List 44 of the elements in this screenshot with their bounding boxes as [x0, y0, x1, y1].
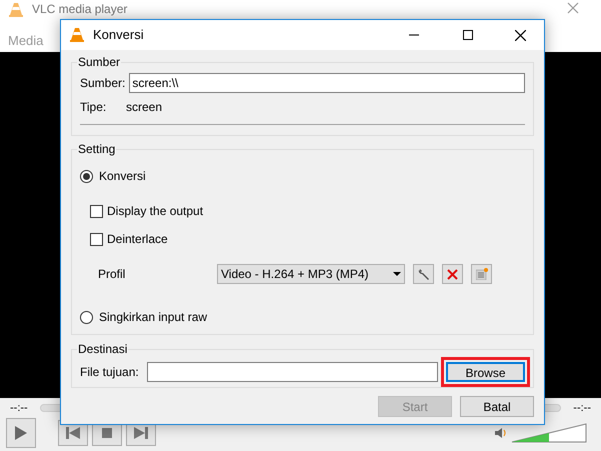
- delete-profile-button[interactable]: [442, 264, 463, 284]
- profile-value: Video - H.264 + MP3 (MP4): [221, 266, 370, 283]
- total-time: --:--: [572, 400, 592, 416]
- cone-icon: [69, 27, 85, 43]
- window-title: VLC media player: [32, 2, 128, 16]
- group-heading: Destinasi: [77, 341, 128, 358]
- dialog-title: Konversi: [93, 26, 144, 44]
- checkbox-label: Display the output: [107, 203, 204, 220]
- new-profile-button[interactable]: [471, 264, 492, 284]
- radio-label: Konversi: [99, 168, 146, 185]
- checkbox[interactable]: [90, 232, 103, 246]
- profile-dropdown[interactable]: Video - H.264 + MP3 (MP4): [217, 264, 405, 284]
- dialog-button[interactable]: Batal: [460, 396, 534, 417]
- profile-label: Profil: [98, 266, 126, 283]
- field-label: File tujuan:: [80, 364, 139, 381]
- field-label: Sumber:: [80, 75, 126, 92]
- list-icon: [476, 268, 488, 280]
- cone-icon: [8, 2, 24, 18]
- group-heading: Sumber: [77, 54, 122, 71]
- stop-icon: [102, 428, 112, 438]
- delete-icon: [447, 268, 458, 280]
- radio-label: Singkirkan input raw: [99, 309, 208, 326]
- maximize-icon[interactable]: [463, 30, 473, 40]
- type-value: screen: [126, 99, 162, 116]
- radio-button[interactable]: [80, 170, 93, 182]
- radio-button[interactable]: [80, 310, 93, 324]
- next-icon: [134, 427, 148, 439]
- source-field[interactable]: screen:\\: [129, 73, 525, 93]
- play-button[interactable]: [6, 418, 36, 448]
- wrench-icon: [418, 268, 430, 280]
- checkbox[interactable]: [90, 204, 103, 218]
- volume-slider[interactable]: [511, 423, 587, 443]
- edit-profile-button[interactable]: [413, 264, 434, 284]
- browse-button[interactable]: Browse: [446, 362, 525, 382]
- play-icon: [14, 425, 28, 441]
- elapsed-time: --:--: [9, 400, 29, 416]
- previous-icon: [66, 427, 80, 439]
- checkbox-label: Deinterlace: [107, 231, 168, 248]
- caret-icon: [393, 272, 401, 276]
- speaker-icon[interactable]: [495, 427, 507, 439]
- destination-field[interactable]: [146, 362, 438, 382]
- group-heading: Setting: [77, 141, 116, 158]
- close-icon[interactable]: [515, 30, 526, 40]
- field-label: Tipe:: [80, 99, 108, 116]
